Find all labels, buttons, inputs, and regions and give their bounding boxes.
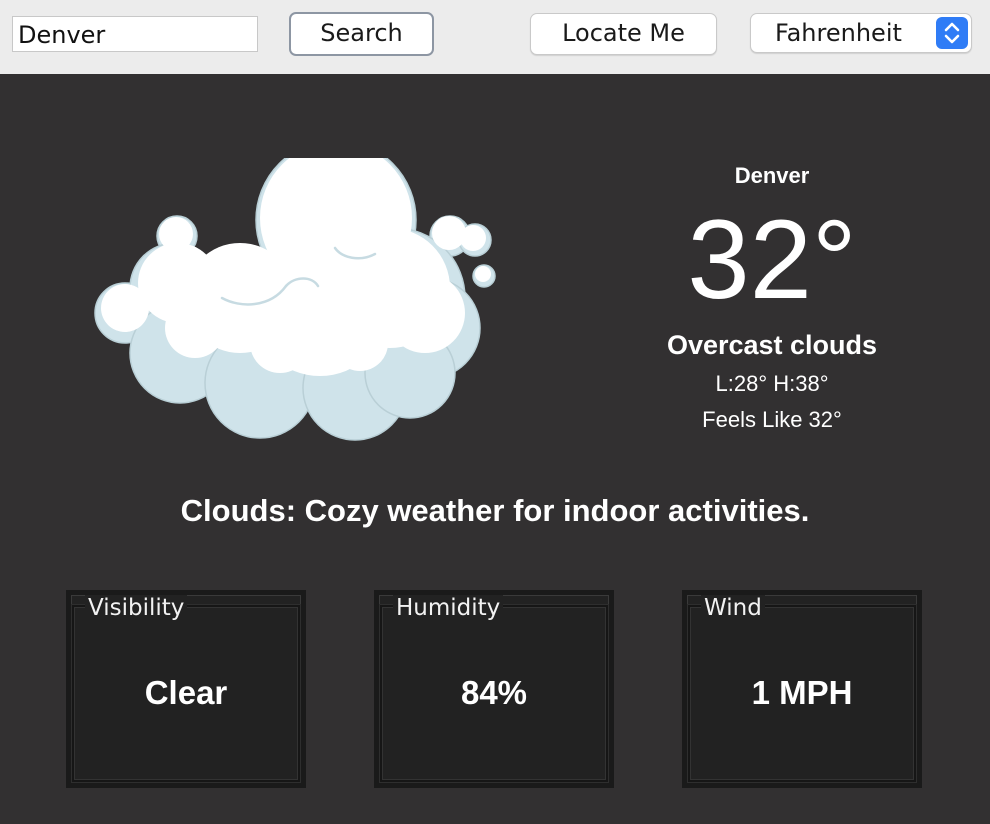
visibility-card: Visibility Clear: [66, 590, 306, 788]
city-name: Denver: [734, 163, 810, 188]
search-button[interactable]: Search: [289, 12, 434, 56]
wind-card: Wind 1 MPH: [682, 590, 922, 788]
toolbar: Search Locate Me Fahrenheit: [0, 0, 990, 74]
card-title: Humidity: [393, 595, 504, 621]
current-temperature: 32°: [687, 197, 857, 322]
card-title: Visibility: [85, 595, 188, 621]
low-high-temperature: L:28° H:38°: [715, 371, 829, 396]
card-value: Clear: [144, 674, 228, 711]
feels-like-temperature: Feels Like 32°: [702, 407, 842, 432]
unit-select[interactable]: Fahrenheit: [750, 13, 972, 53]
weather-tagline: Clouds: Cozy weather for indoor activiti…: [180, 493, 810, 528]
card-title: Wind: [701, 595, 765, 621]
weather-app-window: Search Locate Me Fahrenheit: [0, 0, 990, 824]
card-value: 84%: [460, 674, 528, 711]
city-search-input[interactable]: [12, 16, 258, 52]
locate-me-button[interactable]: Locate Me: [530, 13, 717, 55]
humidity-card: Humidity 84%: [374, 590, 614, 788]
overcast-cloud-icon: [90, 139, 502, 442]
card-value: 1 MPH: [751, 674, 853, 711]
select-chevron-updown-icon[interactable]: [936, 17, 968, 49]
weather-condition: Overcast clouds: [666, 330, 878, 360]
unit-select-value: Fahrenheit: [775, 19, 902, 47]
